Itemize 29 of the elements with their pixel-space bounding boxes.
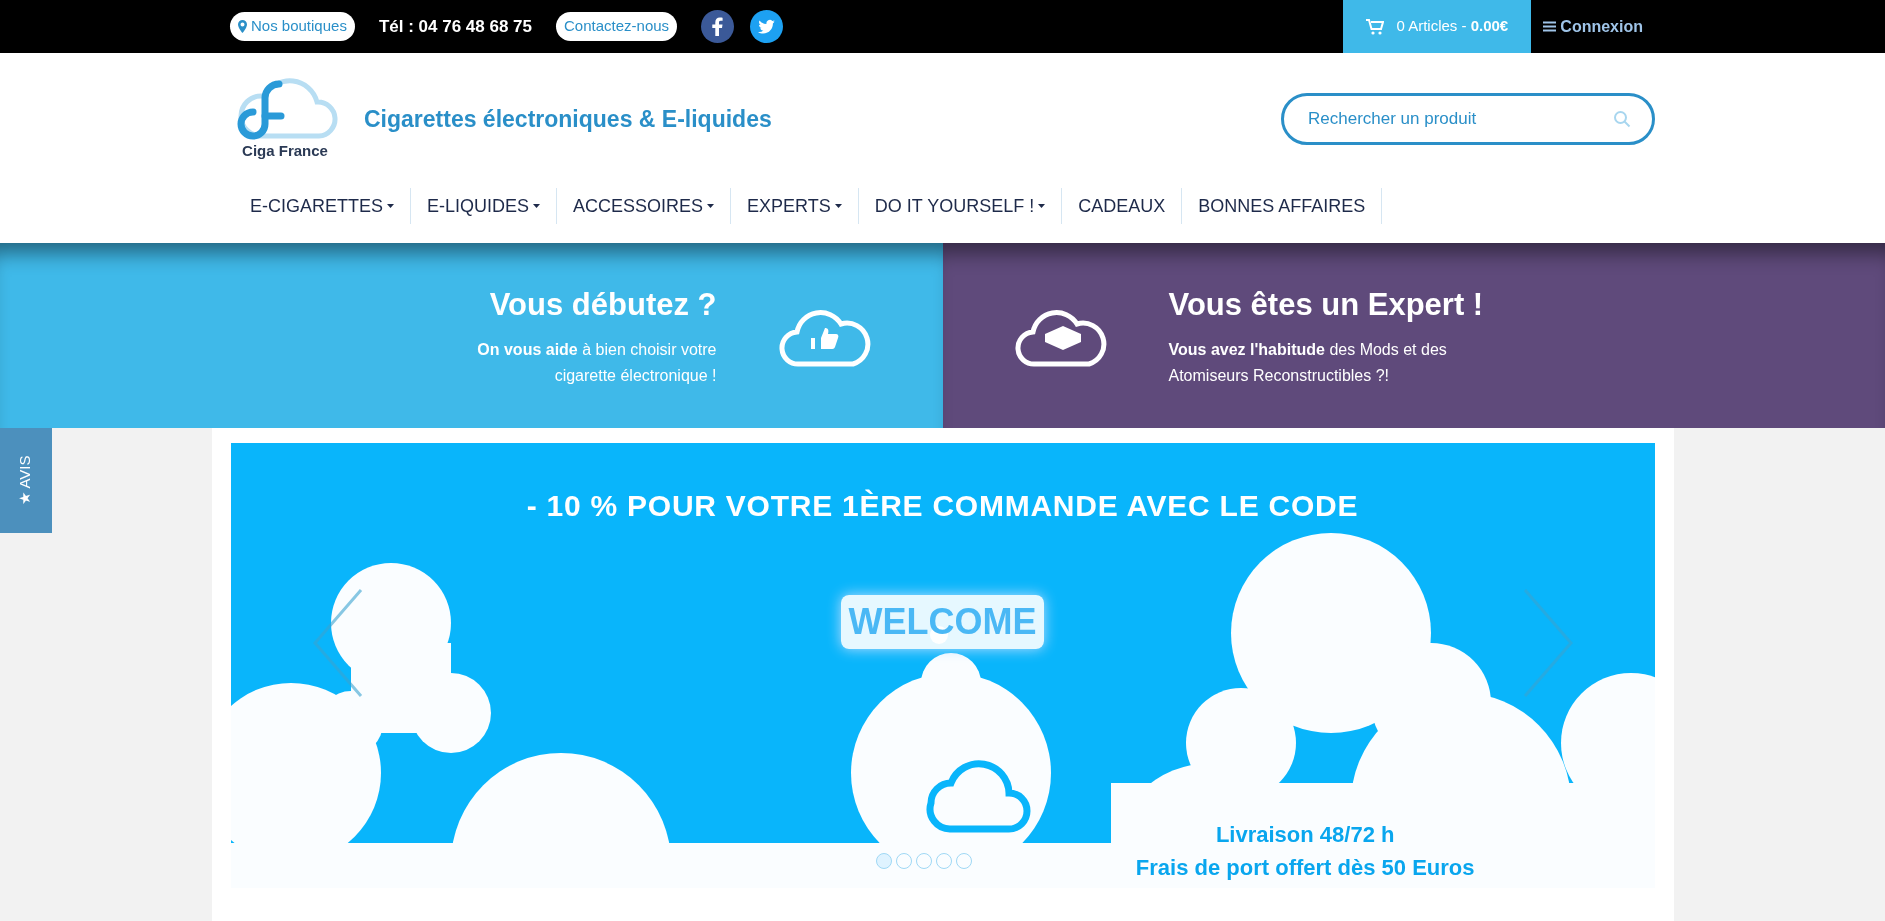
nav-item[interactable]: DO IT YOURSELF ! [858, 188, 1063, 224]
facebook-icon[interactable] [701, 10, 735, 43]
nav-item[interactable]: EXPERTS [731, 188, 859, 224]
tagline: Cigarettes électroniques & E-liquides [364, 104, 772, 134]
delivery-text: Livraison 48/72 h [1215, 821, 1395, 849]
logo-text: Ciga France [242, 140, 328, 161]
cart-icon [1366, 18, 1385, 35]
search-field[interactable]: Rechercher un produit [1281, 93, 1655, 145]
hero-title: Vous débutez ? [489, 286, 717, 325]
nav-item[interactable]: E-LIQUIDES [411, 188, 558, 224]
phone-number: Tél : 04 76 48 68 75 [378, 15, 532, 38]
promo-code: WELCOME [840, 595, 1045, 649]
map-pin-icon [238, 20, 247, 33]
hero-title: Vous êtes un Expert ! [1168, 286, 1484, 325]
hero-panel[interactable]: Vous êtes un Expert ! Vous avez l'habitude des Mods et des Atomiseurs Reconstructibles ?! [942, 243, 1885, 428]
stores-link[interactable]: Nos boutiques [230, 12, 355, 41]
nav-item[interactable]: ACCESSOIRES [557, 188, 732, 224]
shipping-text: Frais de port offert dès 50 Euros [1135, 854, 1475, 882]
nav-item[interactable]: BONNES AFFAIRES [1182, 188, 1383, 224]
login-link[interactable]: Connexion [1531, 14, 1655, 39]
hero-text: Vous avez l'habitude des Mods et des Atomiseurs Reconstructibles ?! [1168, 339, 1448, 386]
menu-icon [1543, 21, 1557, 32]
search-icon[interactable] [1613, 110, 1631, 128]
promo-headline: - 10 % POUR VOTRE 1ÈRE COMMANDE AVEC LE CODE [526, 488, 1359, 524]
nav-item[interactable]: CADEAUX [1062, 188, 1183, 224]
hero-text: On vous aide à bien choisir votre cigarette électronique ! [476, 339, 717, 386]
contact-link[interactable]: Contactez-nous [556, 12, 678, 41]
twitter-icon[interactable] [750, 10, 784, 43]
nav-item[interactable]: E-CIGARETTES [230, 188, 411, 224]
